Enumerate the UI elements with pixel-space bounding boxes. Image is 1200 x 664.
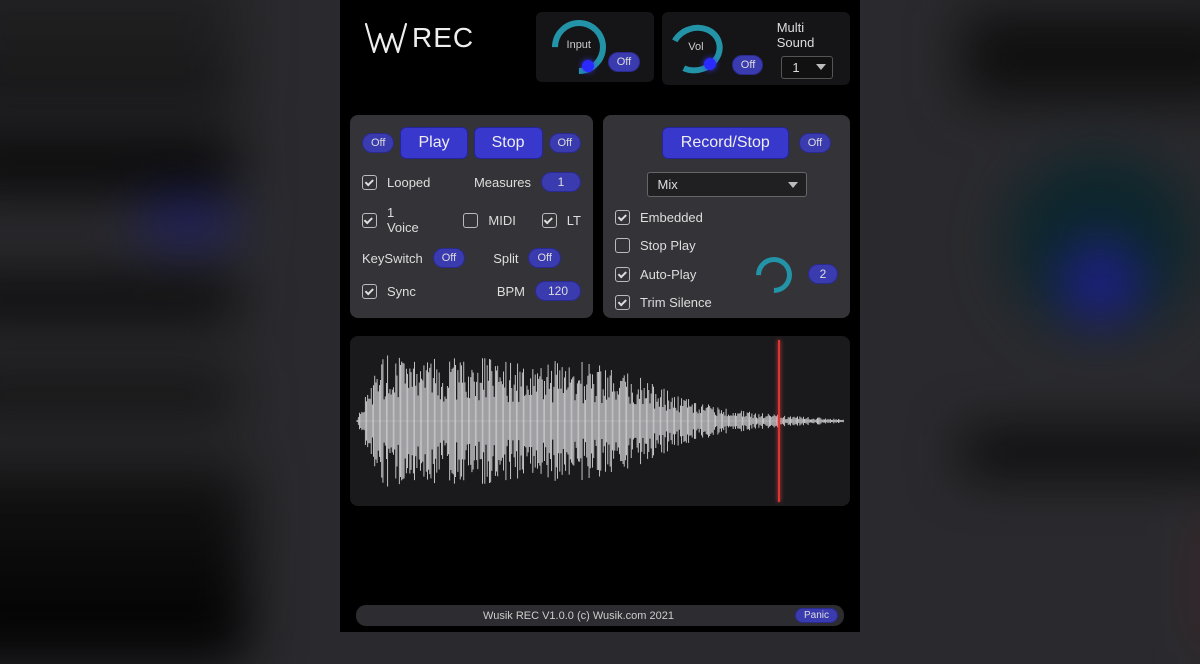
keyswitch-label: KeySwitch [362,251,423,266]
footer: Wusik REC V1.0.0 (c) Wusik.com 2021 Pani… [350,601,850,628]
logo: REC [350,12,526,56]
midi-label: MIDI [488,213,515,228]
trim-value[interactable]: 2 [808,264,838,284]
plugin-panel: REC Input Off Vol Off Multi Sound [340,0,860,632]
sync-label: Sync [387,284,416,299]
sync-checkbox[interactable] [362,284,377,299]
auto-play-label: Auto-Play [640,267,696,282]
vol-knob-label: Vol [670,41,722,53]
logo-text: REC [412,22,474,54]
header: REC Input Off Vol Off Multi Sound [350,12,850,107]
playback-card: Off Play Stop Off Looped Measures 1 1 Vo… [350,115,593,318]
record-stop-button[interactable]: Record/Stop [662,127,789,159]
stop-play-checkbox[interactable] [615,238,630,253]
multi-sound-label: Multi Sound [777,20,838,50]
play-off-right[interactable]: Off [549,133,581,153]
multi-sound-select[interactable]: 1 [781,56,833,79]
embedded-checkbox[interactable] [615,210,630,225]
record-mode-select[interactable]: Mix [647,172,807,197]
playhead-marker[interactable] [778,340,780,502]
lt-label: LT [567,213,581,228]
stop-play-label: Stop Play [640,238,696,253]
waveform-display[interactable] [350,336,850,506]
auto-play-checkbox[interactable] [615,267,630,282]
play-off-left[interactable]: Off [362,133,394,153]
input-knob[interactable]: Input [550,18,608,76]
logo-w-icon [364,20,408,56]
lt-checkbox[interactable] [542,213,557,228]
waveform-svg [356,342,844,500]
vol-knob[interactable]: Vol [670,20,722,78]
vol-multisound-block: Vol Off Multi Sound 1 [662,12,850,85]
play-button[interactable]: Play [400,127,467,159]
record-card: Record/Stop Off Mix Embedded Stop Play A… [603,115,850,318]
bpm-value[interactable]: 120 [535,281,581,301]
stop-button[interactable]: Stop [474,127,543,159]
one-voice-label: 1 Voice [387,205,430,235]
input-knob-label: Input [550,39,608,51]
trim-silence-label: Trim Silence [640,295,712,310]
body-row: Off Play Stop Off Looped Measures 1 1 Vo… [350,115,850,318]
trim-silence-checkbox[interactable] [615,295,630,310]
bpm-label: BPM [497,284,525,299]
split-label: Split [493,251,518,266]
input-off-toggle[interactable]: Off [608,52,640,72]
looped-checkbox[interactable] [362,175,377,190]
measures-label: Measures [474,175,531,190]
embedded-label: Embedded [640,210,703,225]
vol-off-toggle[interactable]: Off [732,55,763,75]
multi-sound: Multi Sound 1 [773,18,842,79]
trim-knob[interactable] [754,255,794,295]
keyswitch-value[interactable]: Off [433,248,465,268]
input-knob-block: Input Off [536,12,654,82]
looped-label: Looped [387,175,430,190]
split-value[interactable]: Off [528,248,560,268]
measures-value[interactable]: 1 [541,172,581,192]
midi-checkbox[interactable] [463,213,478,228]
record-off-toggle[interactable]: Off [799,133,831,153]
panic-button[interactable]: Panic [795,608,838,623]
one-voice-checkbox[interactable] [362,213,377,228]
footer-text: Wusik REC V1.0.0 (c) Wusik.com 2021 [362,610,795,622]
header-knobs: Input Off Vol Off Multi Sound 1 [536,12,850,85]
